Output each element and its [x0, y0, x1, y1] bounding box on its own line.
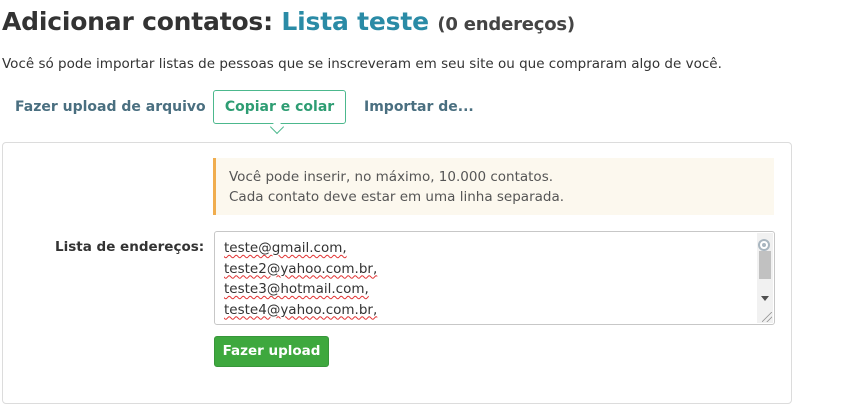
textarea-line: teste2@yahoo.com.br,	[224, 259, 377, 280]
grammar-check-icon[interactable]	[758, 239, 770, 251]
notice-line-1: Você pode inserir, no máximo, 10.000 con…	[229, 169, 554, 185]
textarea-line: teste4@yahoo.com.br,	[224, 300, 377, 321]
email-entry: teste2@yahoo.com.br,	[224, 260, 378, 277]
intro-text: Você só pode importar listas de pessoas …	[2, 56, 722, 72]
email-entry: teste@gmail.com,	[224, 240, 347, 256]
page-title: Adicionar contatos: Lista teste (0 ender…	[2, 7, 575, 36]
scrollbar-thumb[interactable]	[759, 251, 771, 279]
textarea-line: teste3@hotmail.com,	[224, 279, 377, 300]
resize-grip-icon[interactable]	[762, 312, 772, 322]
list-name: Lista teste	[281, 7, 429, 36]
email-entry: teste4@yahoo.com.br,	[224, 301, 378, 318]
tab-upload-file[interactable]: Fazer upload de arquivo	[15, 90, 206, 124]
tab-copy-paste[interactable]: Copiar e colar	[213, 90, 346, 124]
address-list-textarea[interactable]: teste@gmail.com, teste2@yahoo.com.br, te…	[214, 231, 775, 325]
upload-button[interactable]: Fazer upload	[214, 336, 329, 367]
address-list-label: Lista de endereços:	[55, 239, 205, 255]
email-entry: teste3@hotmail.com,	[224, 281, 369, 297]
notice-line-2: Cada contato deve estar em uma linha sep…	[229, 189, 565, 205]
address-count: (0 endereços)	[437, 14, 575, 35]
scroll-down-arrow-icon[interactable]	[761, 296, 769, 301]
page-title-prefix: Adicionar contatos:	[2, 7, 273, 36]
textarea-content[interactable]: teste@gmail.com, teste2@yahoo.com.br, te…	[224, 238, 377, 320]
tab-import-from[interactable]: Importar de...	[364, 90, 474, 124]
textarea-line: teste@gmail.com,	[224, 238, 377, 259]
info-notice: Você pode inserir, no máximo, 10.000 con…	[213, 158, 774, 215]
